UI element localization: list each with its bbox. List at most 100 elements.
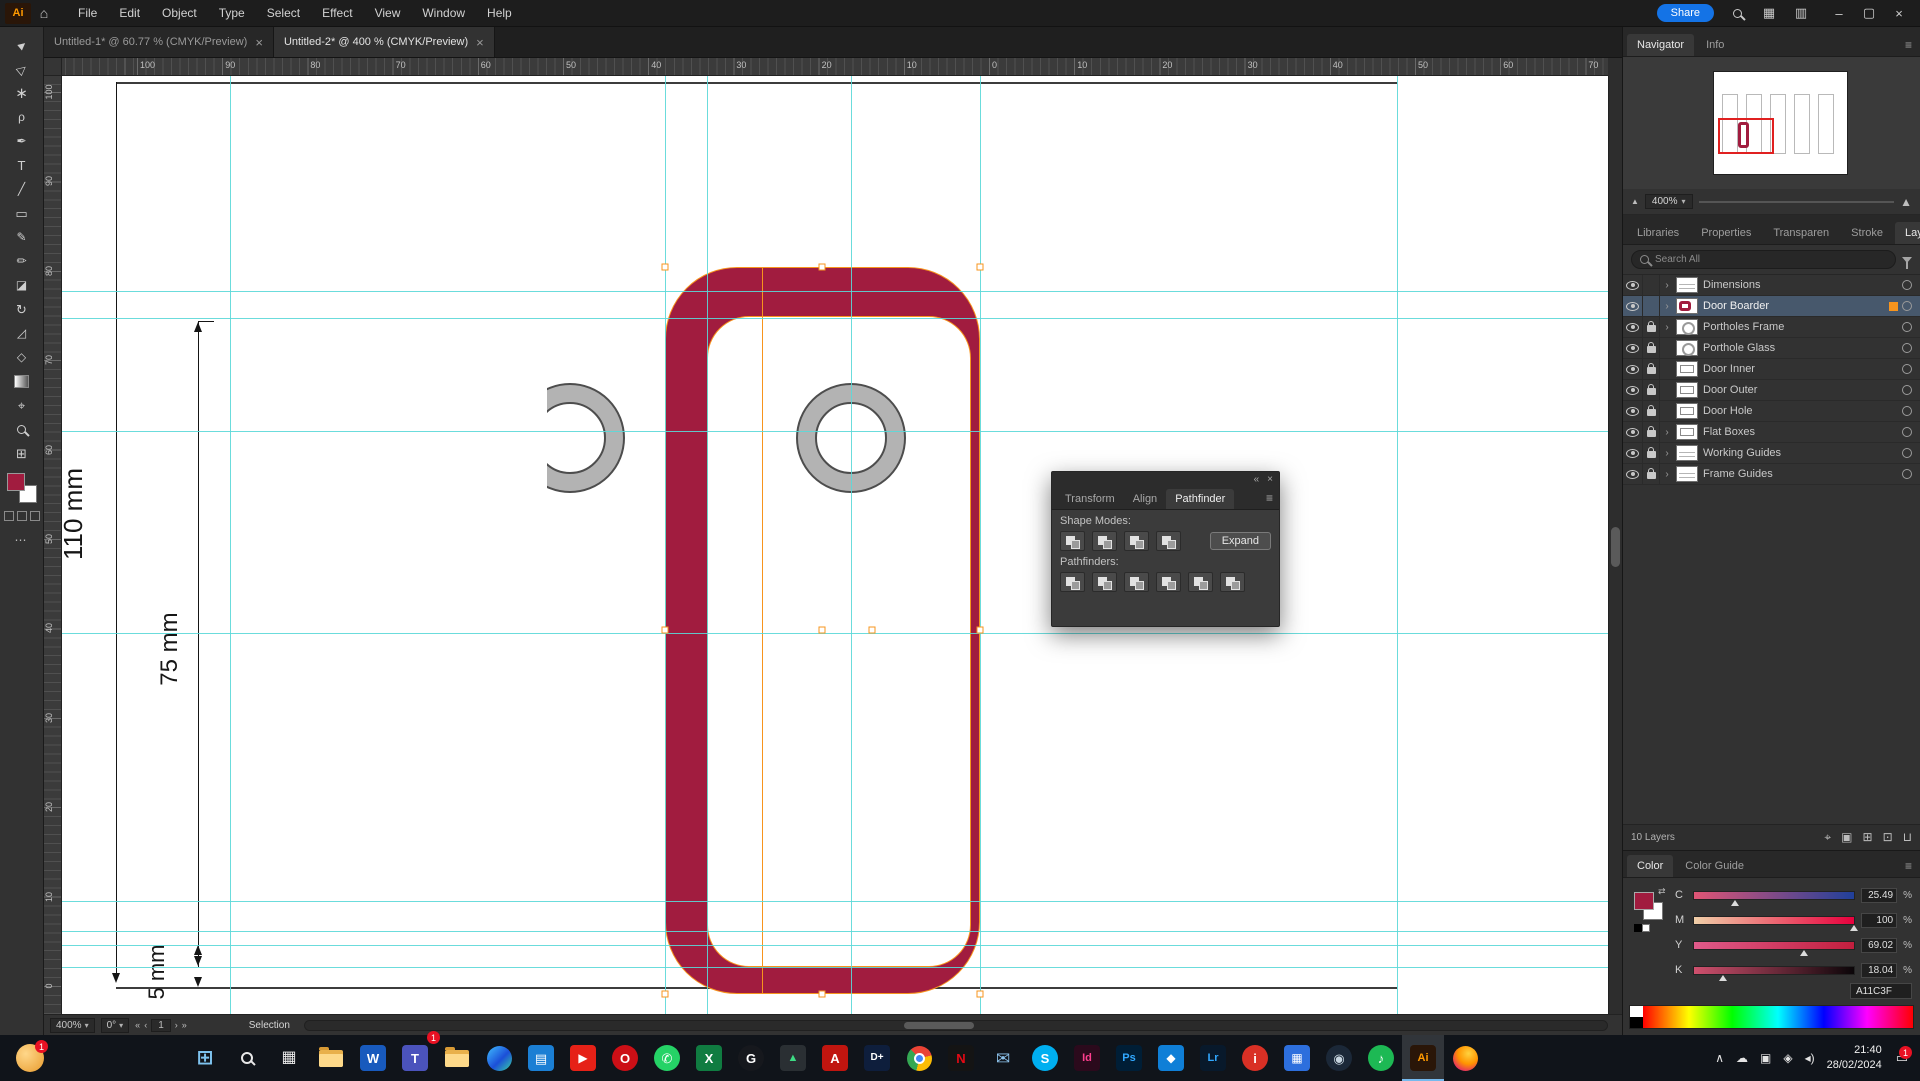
guide-vertical[interactable] (980, 76, 981, 1014)
channel-slider-c[interactable] (1693, 891, 1855, 900)
navigator-viewbox[interactable] (1718, 118, 1774, 154)
zoom-level-field[interactable]: 400%▾ (50, 1018, 95, 1033)
selection-handle[interactable] (662, 264, 669, 271)
outline-button[interactable] (1188, 572, 1213, 592)
slider-thumb-icon[interactable] (1731, 900, 1739, 906)
dimension-label-75[interactable]: 75 mm (157, 603, 183, 695)
layer-row-working-guides[interactable]: › Working Guides (1623, 443, 1920, 464)
canvas[interactable]: 110 mm 75 mm 5 mm « × TransformAlignPath… (62, 76, 1608, 1014)
navigator-zoom-field[interactable]: 400%▾ (1645, 194, 1693, 209)
menu-type[interactable]: Type (210, 2, 254, 24)
lock-toggle[interactable] (1643, 422, 1660, 442)
paintbrush-tool[interactable]: ✎ (5, 225, 39, 249)
prev-artboard-button[interactable]: ‹ (144, 1020, 147, 1030)
minus-front-button[interactable] (1092, 531, 1117, 551)
spectrum-gradient[interactable] (1643, 1006, 1913, 1028)
lock-toggle[interactable] (1643, 401, 1660, 421)
selection-handle[interactable] (977, 991, 984, 998)
pathfinder-tab-pathfinder[interactable]: Pathfinder (1166, 489, 1234, 509)
home-icon[interactable]: ⌂ (31, 5, 57, 21)
visibility-toggle[interactable] (1623, 464, 1643, 484)
layer-row-dimensions[interactable]: ›Dimensions (1623, 275, 1920, 296)
doc-tab[interactable]: Untitled-1* @ 60.77 % (CMYK/Preview)× (44, 27, 274, 57)
edit-toolbar-icon[interactable]: ⋯ (15, 533, 29, 547)
acrobat-icon[interactable]: A (814, 1035, 856, 1081)
expand-button[interactable]: Expand (1210, 532, 1271, 550)
locate-object-icon[interactable]: ⌖ (1824, 830, 1831, 845)
visibility-toggle[interactable] (1623, 401, 1643, 421)
divide-button[interactable] (1060, 572, 1085, 592)
color-fill-stroke[interactable]: ⇄ (1631, 886, 1675, 938)
guide-horizontal[interactable] (62, 967, 1608, 968)
type-tool[interactable]: T (5, 153, 39, 177)
search-input[interactable]: Search All (1631, 250, 1896, 269)
tab-close-icon[interactable]: × (255, 35, 263, 50)
share-button[interactable]: Share (1657, 4, 1714, 22)
opera-icon[interactable]: O (604, 1035, 646, 1081)
tray-weather-icon[interactable]: 1 (16, 1044, 44, 1072)
channel-value-y[interactable]: 69.02 (1861, 938, 1897, 953)
task-view-button[interactable]: ▦ (268, 1035, 310, 1081)
android-icon[interactable]: ▲ (772, 1035, 814, 1081)
layer-name[interactable]: Flat Boxes (1703, 426, 1902, 438)
menu-object[interactable]: Object (153, 2, 206, 24)
gradient-mode-button[interactable] (17, 511, 27, 521)
layer-row-flat-boxes[interactable]: ›Flat Boxes (1623, 422, 1920, 443)
selection-tool[interactable]: ► (5, 33, 39, 57)
target-circle-icon[interactable] (1902, 448, 1912, 458)
layer-row-frame-guides[interactable]: ›Frame Guides (1623, 464, 1920, 485)
tab-libraries[interactable]: Libraries (1627, 222, 1689, 244)
layer-name[interactable]: Door Hole (1703, 405, 1902, 417)
expand-arrow-icon[interactable]: › (1660, 448, 1674, 459)
dimension-line-110[interactable] (116, 82, 117, 980)
mail-icon[interactable]: ✉ (982, 1035, 1024, 1081)
guide-horizontal[interactable] (62, 431, 1608, 432)
target-circle-icon[interactable] (1902, 385, 1912, 395)
search-button[interactable] (226, 1035, 268, 1081)
intersect-button[interactable] (1124, 531, 1149, 551)
guide-horizontal[interactable] (62, 633, 1608, 634)
guide-vertical[interactable] (230, 76, 231, 1014)
first-artboard-button[interactable]: « (135, 1020, 140, 1030)
github-icon[interactable]: G (730, 1035, 772, 1081)
crop-button[interactable] (1156, 572, 1181, 592)
collapse-panel-icon[interactable]: « (1254, 474, 1260, 485)
start-button[interactable]: ⊞ (184, 1035, 226, 1081)
dimension-line-75[interactable] (198, 321, 199, 967)
layer-name[interactable]: Dimensions (1703, 279, 1902, 291)
youtube-icon[interactable]: ▶ (562, 1035, 604, 1081)
eraser-tool[interactable]: ◪ (5, 273, 39, 297)
layer-row-door-hole[interactable]: Door Hole (1623, 401, 1920, 422)
navigator-preview[interactable] (1713, 71, 1848, 175)
layer-name[interactable]: Working Guides (1703, 447, 1902, 459)
vertical-scroll-thumb[interactable] (1611, 527, 1620, 567)
visibility-toggle[interactable] (1623, 338, 1643, 358)
tab-navigator[interactable]: Navigator (1627, 34, 1694, 56)
layer-name[interactable]: Door Boarder (1703, 300, 1889, 312)
lock-toggle[interactable] (1643, 275, 1660, 295)
lock-toggle[interactable] (1643, 317, 1660, 337)
layer-name[interactable]: Frame Guides (1703, 468, 1902, 480)
guide-horizontal[interactable] (62, 901, 1608, 902)
ruler-vertical[interactable]: 1009080706050403020100 (44, 76, 62, 1014)
layer-name[interactable]: Door Inner (1703, 363, 1902, 375)
tab-layers[interactable]: Layers (1895, 222, 1920, 244)
guide-horizontal[interactable] (62, 945, 1608, 946)
guide-vertical[interactable] (1397, 76, 1398, 1014)
store-icon[interactable]: ▤ (520, 1035, 562, 1081)
guide-horizontal[interactable] (62, 291, 1608, 292)
rotate-tool[interactable]: ↻ (5, 297, 39, 321)
menu-effect[interactable]: Effect (313, 2, 361, 24)
selection-handle[interactable] (662, 991, 669, 998)
spotify-icon[interactable]: ♪ (1360, 1035, 1402, 1081)
target-circle-icon[interactable] (1902, 280, 1912, 290)
layer-row-porthole-glass[interactable]: Porthole Glass (1623, 338, 1920, 359)
lock-toggle[interactable] (1643, 443, 1660, 463)
excel-icon[interactable]: X (688, 1035, 730, 1081)
fill-swatch[interactable] (7, 473, 25, 491)
selection-handle[interactable] (819, 264, 826, 271)
tray-app1-icon[interactable]: ▣ (1760, 1051, 1771, 1065)
layer-row-door-outer[interactable]: Door Outer (1623, 380, 1920, 401)
default-colors-icon[interactable] (1634, 924, 1650, 932)
lasso-tool[interactable]: ρ (5, 105, 39, 129)
